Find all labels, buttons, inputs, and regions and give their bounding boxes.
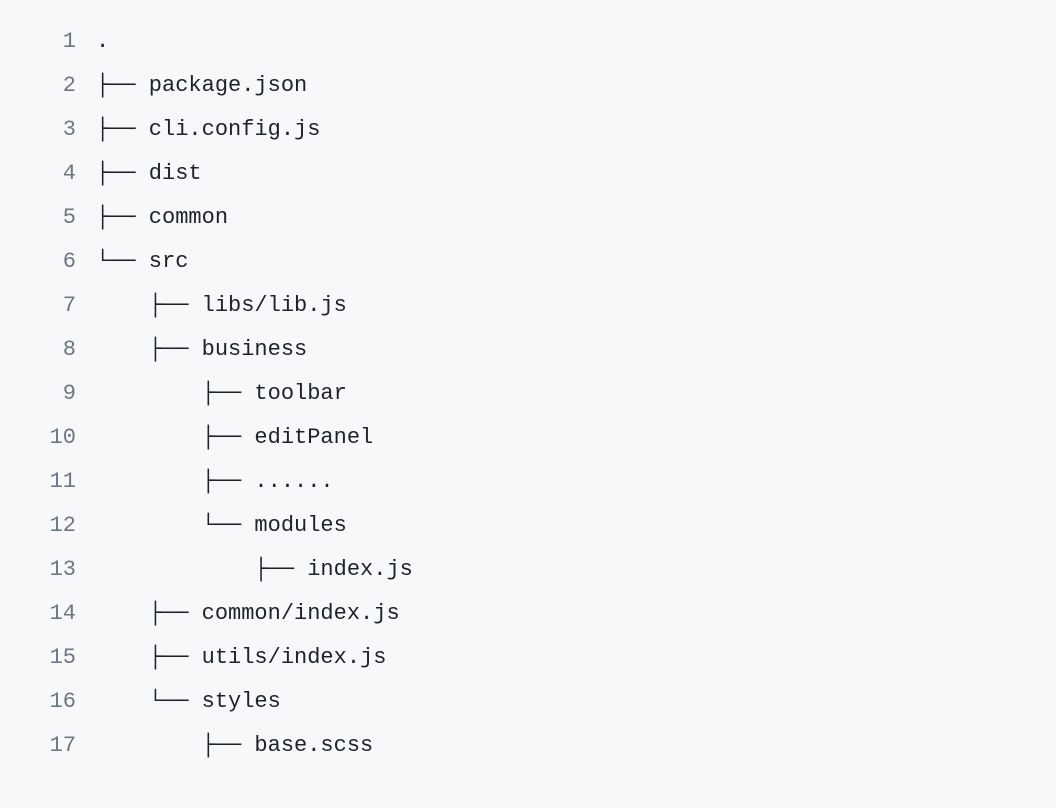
- code-line: 4 ├── dist: [0, 152, 1056, 196]
- line-content: ├── common: [96, 196, 1056, 240]
- line-content: .: [96, 20, 1056, 64]
- line-content: ├── toolbar: [96, 372, 1056, 416]
- line-content: ├── common/index.js: [96, 592, 1056, 636]
- line-number: 5: [0, 196, 96, 240]
- line-number: 10: [0, 416, 96, 460]
- code-line: 16 └── styles: [0, 680, 1056, 724]
- line-number: 14: [0, 592, 96, 636]
- line-content: └── src: [96, 240, 1056, 284]
- code-line: 1 .: [0, 20, 1056, 64]
- line-number: 9: [0, 372, 96, 416]
- code-line: 15 ├── utils/index.js: [0, 636, 1056, 680]
- code-line: 17 ├── base.scss: [0, 724, 1056, 768]
- line-content: ├── index.js: [96, 548, 1056, 592]
- code-line: 5 ├── common: [0, 196, 1056, 240]
- code-line: 3 ├── cli.config.js: [0, 108, 1056, 152]
- line-number: 7: [0, 284, 96, 328]
- line-content: ├── cli.config.js: [96, 108, 1056, 152]
- line-content: ├── libs/lib.js: [96, 284, 1056, 328]
- line-number: 8: [0, 328, 96, 372]
- line-number: 13: [0, 548, 96, 592]
- line-number: 15: [0, 636, 96, 680]
- line-number: 17: [0, 724, 96, 768]
- line-content: └── styles: [96, 680, 1056, 724]
- code-line: 2 ├── package.json: [0, 64, 1056, 108]
- line-content: ├── utils/index.js: [96, 636, 1056, 680]
- code-block: 1 . 2 ├── package.json 3 ├── cli.config.…: [0, 20, 1056, 768]
- code-line: 10 ├── editPanel: [0, 416, 1056, 460]
- line-content: └── modules: [96, 504, 1056, 548]
- line-content: ├── business: [96, 328, 1056, 372]
- code-line: 9 ├── toolbar: [0, 372, 1056, 416]
- line-content: ├── dist: [96, 152, 1056, 196]
- code-line: 14 ├── common/index.js: [0, 592, 1056, 636]
- code-line: 8 ├── business: [0, 328, 1056, 372]
- line-number: 12: [0, 504, 96, 548]
- code-line: 6 └── src: [0, 240, 1056, 284]
- code-line: 12 └── modules: [0, 504, 1056, 548]
- line-number: 6: [0, 240, 96, 284]
- line-content: ├── ......: [96, 460, 1056, 504]
- code-line: 13 ├── index.js: [0, 548, 1056, 592]
- line-content: ├── editPanel: [96, 416, 1056, 460]
- code-line: 7 ├── libs/lib.js: [0, 284, 1056, 328]
- line-number: 4: [0, 152, 96, 196]
- line-content: ├── base.scss: [96, 724, 1056, 768]
- line-number: 3: [0, 108, 96, 152]
- line-number: 2: [0, 64, 96, 108]
- line-number: 1: [0, 20, 96, 64]
- code-line: 11 ├── ......: [0, 460, 1056, 504]
- line-number: 16: [0, 680, 96, 724]
- line-number: 11: [0, 460, 96, 504]
- line-content: ├── package.json: [96, 64, 1056, 108]
